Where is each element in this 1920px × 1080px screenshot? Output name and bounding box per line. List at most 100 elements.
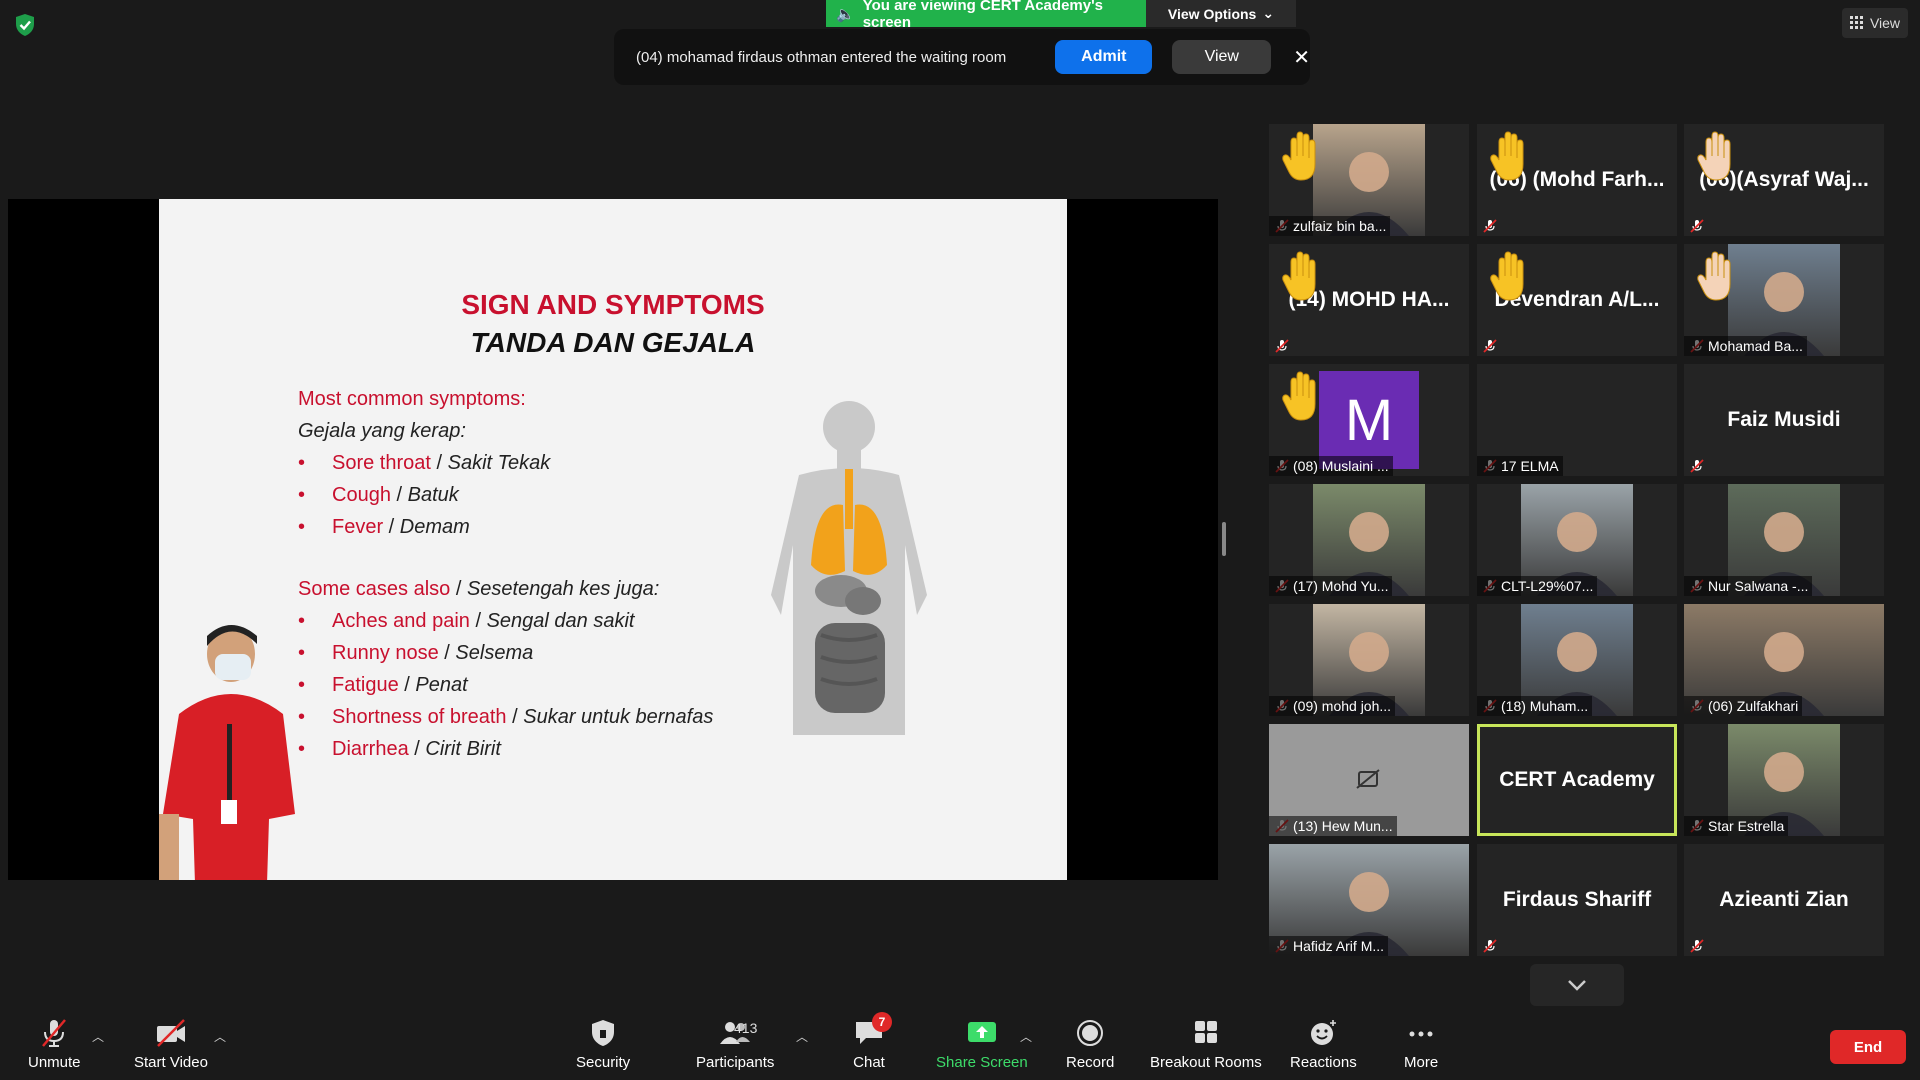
participant-tile[interactable]: (17) Mohd Yu...: [1269, 484, 1469, 596]
microphone-muted-icon: [42, 1019, 67, 1047]
participant-tile[interactable]: (09) mohd joh...: [1269, 604, 1469, 716]
participant-tile[interactable]: Firdaus Shariff: [1477, 844, 1677, 956]
some-heading: Some cases also: [298, 578, 451, 600]
view-options-button[interactable]: View Options ⌄: [1146, 0, 1296, 27]
symptom-item: Diarrhea / Cirit Birit: [298, 733, 718, 765]
participant-tile[interactable]: Nur Salwana -...: [1684, 484, 1884, 596]
security-button[interactable]: Security: [576, 1018, 630, 1071]
chat-button[interactable]: 7 Chat: [852, 1012, 892, 1071]
view-layout-button[interactable]: View: [1842, 8, 1908, 38]
symptom-en: Sore throat: [332, 452, 431, 474]
common-symptom-list: Sore throat / Sakit TekakCough / BatukFe…: [298, 447, 718, 543]
raised-hand-icon: [1282, 131, 1316, 181]
breakout-rooms-label: Breakout Rooms: [1150, 1054, 1262, 1071]
symptom-ms: Sukar untuk bernafas: [523, 706, 714, 728]
audio-options-caret[interactable]: ︿: [92, 1028, 104, 1045]
participant-tile[interactable]: Faiz Musidi: [1684, 364, 1884, 476]
record-icon: [1077, 1020, 1104, 1046]
participants-button[interactable]: 413 Participants: [696, 1018, 774, 1071]
grid-icon: [1849, 16, 1863, 29]
symptom-item: Shortness of breath / Sukar untuk bernaf…: [298, 701, 718, 733]
admit-button[interactable]: Admit: [1055, 40, 1153, 74]
unmute-label: Unmute: [28, 1054, 81, 1071]
unmute-button[interactable]: Unmute: [28, 1018, 81, 1071]
waiting-room-notification: (04) mohamad firdaus othman entered the …: [614, 29, 1310, 85]
mic-muted-icon: [1690, 219, 1704, 233]
share-options-caret[interactable]: ︿: [1020, 1028, 1032, 1045]
record-button[interactable]: Record: [1066, 1018, 1114, 1071]
emoji-reaction-icon: [1311, 1020, 1337, 1045]
symptom-en: Diarrhea: [332, 738, 409, 760]
symptom-en: Fever: [332, 516, 384, 538]
participant-tile[interactable]: Devendran A/L...: [1477, 244, 1677, 356]
video-options-caret[interactable]: ︿: [214, 1028, 226, 1045]
close-icon[interactable]: ✕: [1293, 45, 1310, 70]
mic-muted-icon: [1690, 939, 1704, 953]
breakout-rooms-button[interactable]: Breakout Rooms: [1150, 1018, 1262, 1071]
participant-name-label: (09) mohd joh...: [1269, 696, 1396, 716]
end-meeting-button[interactable]: End: [1830, 1030, 1906, 1064]
view-layout-label: View: [1869, 15, 1901, 31]
symptom-en: Shortness of breath: [332, 706, 507, 728]
slide-title: SIGN AND SYMPTOMS: [461, 289, 765, 320]
participant-name-label: Mohamad Ba...: [1684, 336, 1807, 356]
start-video-button[interactable]: Start Video: [134, 1018, 208, 1071]
gallery-next-page-button[interactable]: [1530, 964, 1624, 1006]
security-shield-icon[interactable]: [12, 12, 38, 38]
view-waiting-button[interactable]: View: [1172, 40, 1272, 74]
symptom-item: Sore throat / Sakit Tekak: [298, 447, 718, 479]
participant-tile[interactable]: (06) (Mohd Farh...: [1477, 124, 1677, 236]
participant-name-label: (13) Hew Mun...: [1269, 816, 1397, 836]
participant-tile[interactable]: (06)(Asyraf Waj...: [1684, 124, 1884, 236]
presenter-video: [159, 625, 295, 880]
symptom-en: Cough: [332, 484, 391, 506]
participant-tile[interactable]: (18) Muham...: [1477, 604, 1677, 716]
participant-name-label: (17) Mohd Yu...: [1269, 576, 1393, 596]
participant-tile[interactable]: CLT-L29%07...: [1477, 484, 1677, 596]
participant-tile[interactable]: Azieanti Zian: [1684, 844, 1884, 956]
participant-tile[interactable]: Mohamad Ba...: [1684, 244, 1884, 356]
mic-muted-icon: [1483, 339, 1497, 353]
participant-tile[interactable]: CERT Academy: [1477, 724, 1677, 836]
breakout-rooms-icon: [1194, 1021, 1217, 1043]
split-resize-handle[interactable]: [1222, 522, 1226, 556]
symptom-item: Fatigue / Penat: [298, 669, 718, 701]
participant-name-display: Faiz Musidi: [1727, 408, 1841, 431]
reactions-label: Reactions: [1290, 1054, 1357, 1071]
participant-tile[interactable]: Star Estrella: [1684, 724, 1884, 836]
start-video-label: Start Video: [134, 1054, 208, 1071]
participant-tile[interactable]: zulfaiz bin ba...: [1269, 124, 1469, 236]
common-heading-ms: Gejala yang kerap:: [298, 420, 466, 442]
raised-hand-icon: [1282, 371, 1316, 421]
symptom-en: Fatigue: [332, 674, 399, 696]
shield-icon: [592, 1020, 615, 1046]
some-heading-ms: Sesetengah kes juga:: [466, 578, 660, 600]
mic-muted-icon: [1690, 459, 1704, 473]
raised-hand-icon: [1697, 131, 1731, 181]
participant-tile[interactable]: 17 ELMA: [1477, 364, 1677, 476]
symptom-ms: Sakit Tekak: [447, 452, 551, 474]
participants-count: 413: [734, 1020, 758, 1036]
participant-name-label: Star Estrella: [1684, 816, 1789, 836]
presentation-slide: SIGN AND SYMPTOMS TANDA DAN GEJALA Most …: [159, 199, 1067, 880]
symptom-item: Cough / Batuk: [298, 479, 718, 511]
symptom-item: Runny nose / Selsema: [298, 637, 718, 669]
symptom-ms: Sengal dan sakit: [486, 610, 635, 632]
view-options-label: View Options: [1167, 5, 1257, 22]
participant-name-label: Nur Salwana -...: [1684, 576, 1813, 596]
participant-tile[interactable]: M (08) Muslaini ...: [1269, 364, 1469, 476]
more-button[interactable]: More: [1404, 1018, 1438, 1071]
participant-tile[interactable]: (14) MOHD HA...: [1269, 244, 1469, 356]
participant-name-label: (08) Muslaini ...: [1269, 456, 1393, 476]
participant-tile[interactable]: (06) Zulfakhari: [1684, 604, 1884, 716]
share-screen-icon: [967, 1022, 996, 1042]
reactions-button[interactable]: Reactions: [1290, 1018, 1357, 1071]
participant-tile[interactable]: (13) Hew Mun...: [1269, 724, 1469, 836]
chat-unread-badge: 7: [872, 1012, 892, 1032]
symptom-item: Fever / Demam: [298, 511, 718, 543]
share-screen-button[interactable]: Share Screen: [936, 1018, 1028, 1071]
more-dots-icon: [1409, 1031, 1433, 1037]
participant-tile[interactable]: Hafidz Arif M...: [1269, 844, 1469, 956]
symptom-en: Aches and pain: [332, 610, 470, 632]
participants-options-caret[interactable]: ︿: [796, 1028, 808, 1045]
